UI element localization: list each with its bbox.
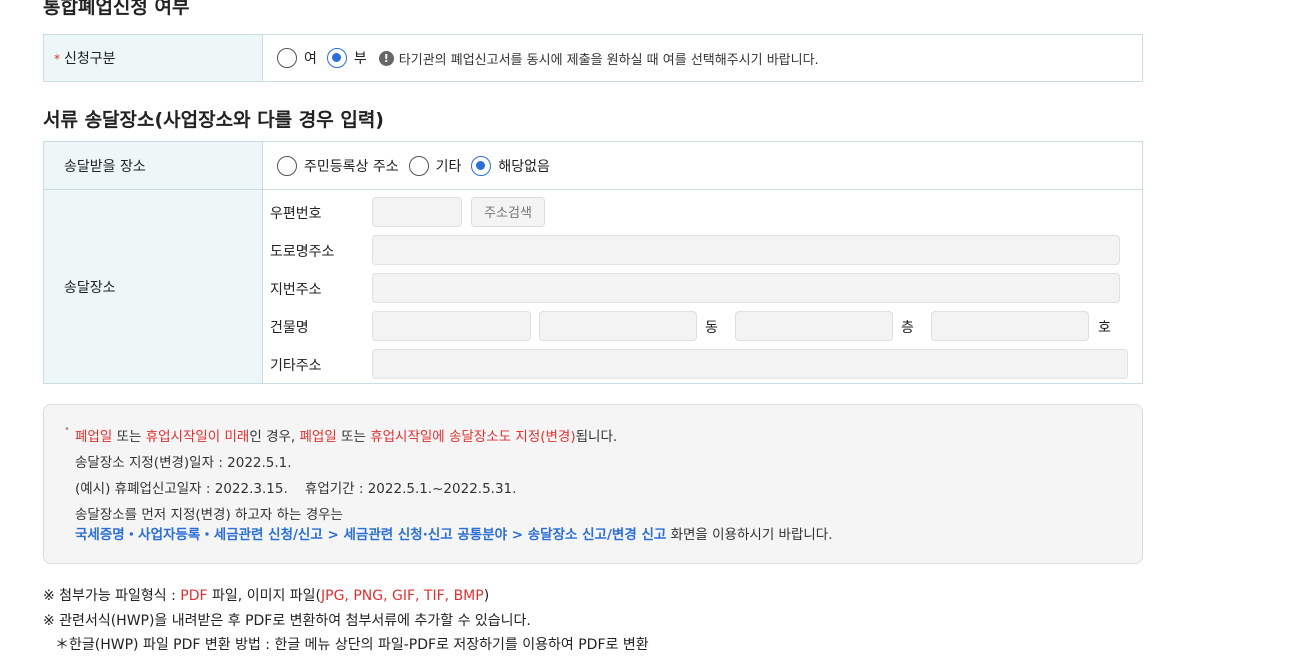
notice-line-3: (예시) 휴폐업신고일자 : 2022.3.15. 휴업기간 : 2022.5.… [75, 481, 517, 497]
required-mark: * [54, 52, 60, 66]
footer-file-format-prefix: ※ 첨부가능 파일형식 : [43, 588, 181, 604]
radio-yes[interactable] [277, 48, 297, 68]
delivery-address-row: 송달장소 우편번호 주소검색 도로명주소 지번주소 건물명 동 층 호 기타주소 [44, 189, 1142, 383]
radio-no[interactable] [326, 48, 347, 68]
notice-text-closure-date: 폐업일 [299, 429, 337, 445]
delivery-address-header: 송달장소 [44, 190, 263, 383]
notice-line-2: 송달장소 지정(변경)일자 : 2022.5.1. [75, 455, 292, 471]
delivery-address-fields: 우편번호 주소검색 도로명주소 지번주소 건물명 동 층 호 기타주소 [263, 190, 1142, 383]
application-type-label: 신청구분 [64, 51, 116, 67]
radio-none[interactable] [471, 155, 492, 176]
application-type-header: * 신청구분 [44, 35, 263, 81]
ho-unit: 호 [1098, 319, 1111, 336]
notice-text: 됩니다. [575, 429, 618, 445]
radio-option-none[interactable]: 해당없음 [471, 155, 550, 176]
road-address-input[interactable] [372, 234, 1120, 265]
notice-line-1: 폐업일 또는 휴업시작일이 미래인 경우, 폐업일 또는 휴업시작일에 송달장소… [75, 425, 617, 445]
notice-text: 또는 [336, 429, 371, 445]
info-text: 타기관의 폐업신고서를 동시에 제출을 원하실 때 여를 선택해주시기 바랍니다… [398, 52, 819, 68]
etc-address-label: 기타주소 [270, 357, 322, 374]
zip-input[interactable] [372, 196, 462, 227]
notice-line-5: 국세증명・사업자등록・세금관련 신청/신고 > 세금관련 신청·신고 공통분야 … [75, 523, 833, 543]
integrated-closure-table: * 신청구분 여 부 ! 타기관의 폐업신고서를 동시에 제출을 원하실 때 여… [43, 34, 1143, 82]
radio-none-label: 해당없음 [498, 158, 550, 175]
radio-resident-address-label: 주민등록상 주소 [304, 158, 399, 175]
radio-option-no[interactable]: 부 [326, 48, 367, 68]
notice-line-4: 송달장소를 먼저 지정(변경) 하고자 하는 경우는 [75, 507, 343, 523]
footer-image-formats: JPG, PNG, GIF, TIF, BMP [321, 588, 484, 604]
lot-address-input[interactable] [372, 272, 1120, 303]
footer-line-3: ＊한글(HWP) 파일 PDF 변환 방법 : 한글 메뉴 상단의 파일-PDF… [55, 637, 649, 653]
delivery-option-row: 송달받을 장소 주민등록상 주소 기타 해당없음 [44, 142, 1142, 189]
radio-option-other[interactable]: 기타 [408, 155, 462, 176]
radio-option-resident-address[interactable]: 주민등록상 주소 [277, 155, 399, 176]
notice-box: • 폐업일 또는 휴업시작일이 미래인 경우, 폐업일 또는 휴업시작일에 송달… [43, 404, 1143, 564]
footer-pdf-format: PDF [180, 588, 208, 604]
notice-text: 인 경우, [249, 429, 300, 445]
footer-line-2: ※ 관련서식(HWP)을 내려받은 후 PDF로 변환하여 첨부서류에 추가할 … [43, 613, 531, 629]
notice-menu-path-link[interactable]: 국세증명・사업자등록・세금관련 신청/신고 > 세금관련 신청·신고 공통분야 … [75, 527, 666, 543]
building-name-input[interactable] [372, 310, 531, 341]
section-title-integrated-closure: 통합폐업신청 여부 [43, 0, 190, 18]
delivery-option-header: 송달받을 장소 [44, 142, 263, 189]
dong-unit: 동 [705, 319, 718, 336]
notice-bullet: • [64, 424, 70, 435]
radio-no-label: 부 [353, 51, 367, 67]
radio-other-label: 기타 [435, 158, 462, 175]
radio-option-yes[interactable]: 여 [277, 48, 317, 68]
notice-text-closure-date: 폐업일 [75, 429, 113, 445]
ho-input[interactable] [931, 310, 1089, 341]
notice-text-suspension-future: 휴업시작일이 미래 [145, 429, 250, 445]
building-name-label: 건물명 [270, 319, 309, 336]
lot-address-label: 지번주소 [270, 281, 322, 298]
radio-other[interactable] [408, 155, 429, 176]
road-address-label: 도로명주소 [270, 243, 335, 260]
footer-file-format-end: ) [483, 588, 490, 604]
application-type-options: 여 부 ! 타기관의 폐업신고서를 동시에 제출을 원하실 때 여를 선택해주시… [263, 35, 1142, 81]
zip-label: 우편번호 [270, 205, 322, 222]
etc-address-input[interactable] [372, 348, 1128, 379]
floor-input[interactable] [735, 310, 893, 341]
info-icon: ! [378, 50, 394, 66]
radio-resident-address[interactable] [277, 155, 297, 176]
dong-input[interactable] [539, 310, 697, 341]
notice-text-delivery-change: 휴업시작일에 송달장소도 지정(변경) [370, 429, 576, 445]
address-search-button[interactable]: 주소검색 [471, 196, 545, 227]
delivery-option-radios: 주민등록상 주소 기타 해당없음 [263, 142, 1142, 189]
footer-file-format-mid: 파일, 이미지 파일( [207, 588, 322, 604]
application-type-row: * 신청구분 여 부 ! 타기관의 폐업신고서를 동시에 제출을 원하실 때 여… [44, 35, 1142, 81]
delivery-place-table: 송달받을 장소 주민등록상 주소 기타 해당없음 송달장소 우편번호 주소검색 … [43, 141, 1143, 384]
footer-line-1: ※ 첨부가능 파일형식 : PDF 파일, 이미지 파일(JPG, PNG, G… [43, 585, 489, 605]
section-title-delivery-place: 서류 송달장소(사업장소와 다를 경우 입력) [43, 109, 384, 131]
floor-unit: 층 [901, 319, 914, 336]
notice-text: 또는 [112, 429, 146, 445]
notice-line-5-rest: 화면을 이용하시기 바랍니다. [666, 527, 833, 543]
radio-yes-label: 여 [304, 51, 317, 67]
